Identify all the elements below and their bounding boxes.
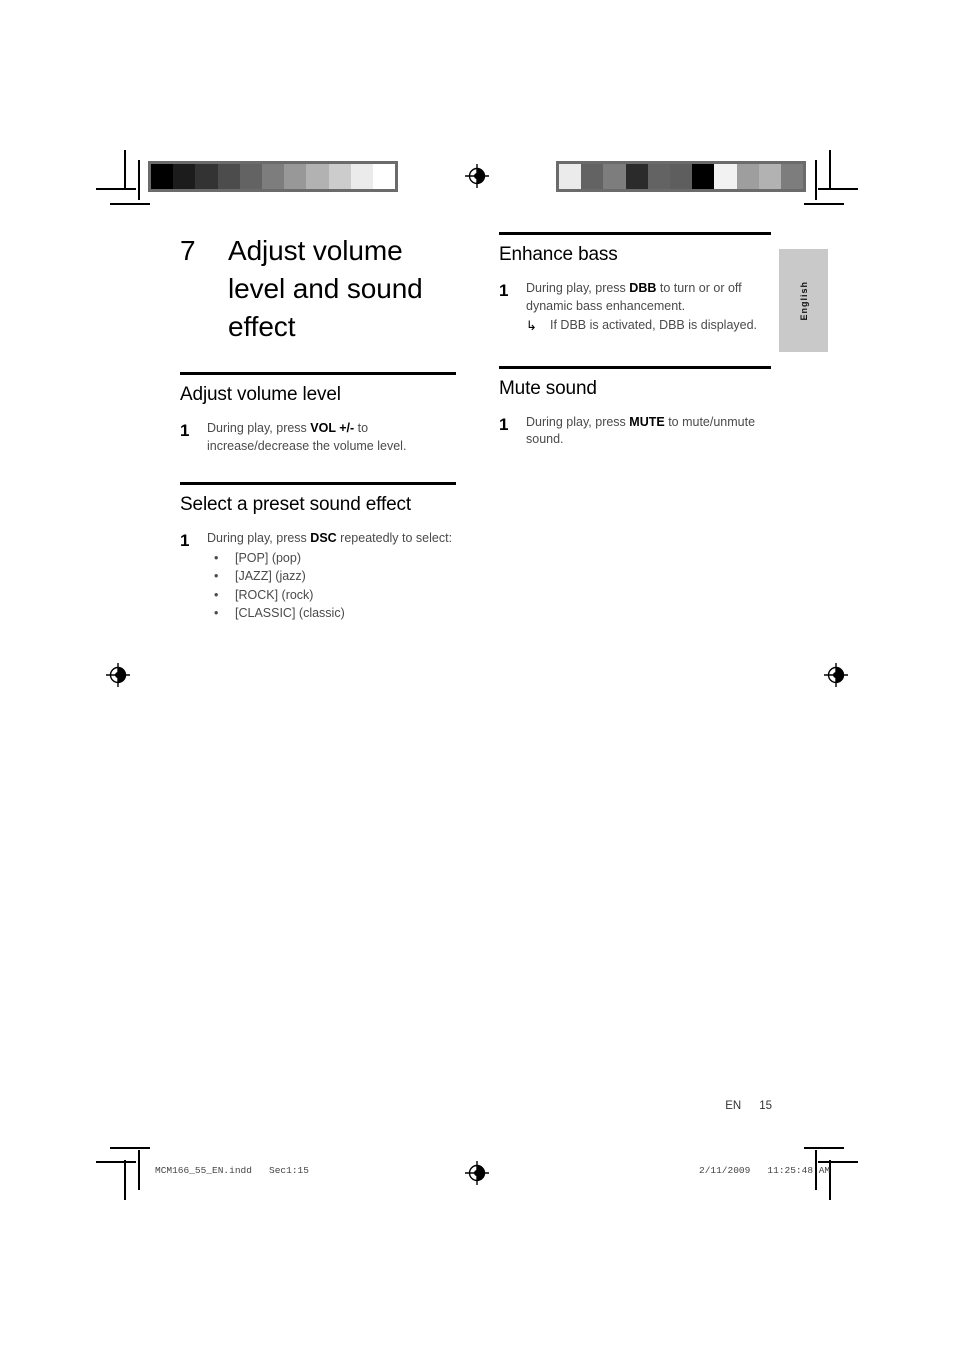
- calibration-swatch: [328, 164, 351, 189]
- imprint-timestamp-slug: 2/11/2009 11:25:48 AM: [699, 1165, 830, 1176]
- calibration-swatch: [261, 164, 285, 189]
- calibration-swatch: [780, 164, 804, 189]
- registration-target-left: [105, 662, 131, 688]
- step-item: 1 During play, press DBB to turn or or o…: [499, 280, 771, 335]
- grayscale-calibration-bar-left: [148, 161, 398, 192]
- calibration-swatch: [559, 164, 582, 189]
- calibration-swatch: [350, 164, 373, 189]
- calibration-swatch: [581, 164, 604, 189]
- imprint-time: 11:25:48 AM: [767, 1165, 831, 1176]
- folio-locale: EN: [725, 1100, 742, 1112]
- right-column: Enhance bass 1 During play, press DBB to…: [499, 232, 771, 449]
- imprint-file-slug: MCM166_55_EN.indd Sec1:15: [155, 1165, 309, 1176]
- preset-option-label: [ROCK] (rock): [235, 587, 314, 602]
- step-text-before: During play, press: [207, 531, 311, 545]
- result-text: If DBB is activated, DBB is displayed.: [550, 318, 758, 332]
- calibration-swatch: [173, 164, 196, 189]
- preset-option-label: [CLASSIC] (classic): [235, 606, 345, 620]
- calibration-swatch: [647, 164, 670, 189]
- key-label-mute: MUTE: [629, 414, 665, 429]
- step-text: During play, press MUTE to mute/unmute s…: [526, 414, 771, 449]
- calibration-swatch: [625, 164, 648, 189]
- calibration-swatch: [603, 164, 626, 189]
- imprint-date: 2/11/2009: [699, 1165, 751, 1176]
- step-text-after: repeatedly to select:: [336, 531, 453, 545]
- step-text: During play, press DSC repeatedly to sel…: [207, 530, 456, 548]
- calibration-swatch: [758, 164, 781, 189]
- section-enhance-bass: Enhance bass 1 During play, press DBB to…: [499, 232, 771, 335]
- calibration-swatch: [151, 164, 174, 189]
- section-rule: [499, 232, 771, 235]
- step-text-before: During play, press: [526, 414, 630, 429]
- preset-option-item: • [POP] (pop): [207, 549, 456, 568]
- calibration-swatch: [714, 164, 737, 189]
- bullet-icon: •: [214, 550, 219, 565]
- language-tab: English: [779, 249, 828, 352]
- step-result: ↳ If DBB is activated, DBB is displayed.: [526, 317, 771, 335]
- calibration-swatch: [669, 164, 693, 189]
- step-text-before: During play, press: [526, 281, 630, 295]
- step-text: During play, press VOL +/- to increase/d…: [207, 420, 456, 455]
- calibration-swatch: [239, 164, 262, 189]
- preset-option-list: • [POP] (pop) • [JAZZ] (jazz) • [ROCK] (rock)…: [207, 549, 456, 623]
- calibration-swatch: [284, 164, 307, 189]
- calibration-swatch: [306, 164, 329, 189]
- bullet-icon: •: [214, 606, 219, 620]
- step-number: 1: [180, 421, 190, 440]
- printed-page: English 7 Adjust volume level and sound …: [0, 0, 954, 1351]
- section-rule: [180, 482, 456, 485]
- result-arrow-icon: ↳: [526, 318, 537, 333]
- key-label-dbb: DBB: [629, 281, 657, 295]
- folio: EN 15: [600, 1100, 772, 1112]
- key-label-dsc: DSC: [310, 531, 337, 545]
- calibration-swatch: [692, 164, 715, 189]
- registration-target-top: [464, 163, 490, 189]
- calibration-swatch: [736, 164, 759, 189]
- calibration-swatch: [372, 164, 396, 189]
- section-adjust-volume-level: Adjust volume level 1 During play, press…: [180, 372, 456, 455]
- step-item: 1 During play, press VOL +/- to increase…: [180, 420, 456, 455]
- step-number: 1: [180, 531, 190, 550]
- section-select-preset-sound-effect: Select a preset sound effect 1 During pl…: [180, 482, 456, 623]
- chapter-number: 7: [180, 235, 196, 266]
- section-title-enhance-bass: Enhance bass: [499, 244, 618, 265]
- section-title-adjust-volume-level: Adjust volume level: [180, 384, 341, 405]
- folio-page-number: 15: [759, 1100, 772, 1112]
- language-tab-label: English: [798, 280, 809, 321]
- section-rule: [499, 365, 771, 369]
- step-number: 1: [499, 281, 509, 300]
- preset-option-label: [JAZZ] (jazz): [235, 569, 306, 583]
- preset-option-item: • [ROCK] (rock): [207, 586, 456, 605]
- section-title-mute-sound: Mute sound: [499, 377, 597, 399]
- grayscale-calibration-bar-right: [556, 161, 806, 192]
- calibration-swatch: [195, 164, 218, 189]
- section-title-select-preset-sound-effect: Select a preset sound effect: [180, 494, 411, 515]
- step-item: 1 During play, press MUTE to mute/unmute…: [499, 414, 771, 449]
- step-number: 1: [499, 414, 509, 434]
- section-rule: [180, 372, 456, 375]
- calibration-swatch: [217, 164, 240, 189]
- bullet-icon: •: [214, 587, 219, 602]
- registration-target-right: [823, 662, 849, 688]
- chapter-heading: 7 Adjust volume level and sound effect: [180, 232, 456, 346]
- registration-target-bottom: [464, 1160, 490, 1186]
- bullet-icon: •: [214, 569, 219, 583]
- imprint-file-name: MCM166_55_EN.indd: [155, 1165, 252, 1176]
- imprint-section-marker: Sec1:15: [269, 1165, 309, 1176]
- preset-option-label: [POP] (pop): [235, 550, 301, 565]
- chapter-title: Adjust volume level and sound effect: [228, 235, 423, 342]
- step-item: 1 During play, press DSC repeatedly to s…: [180, 530, 456, 623]
- section-mute-sound: Mute sound 1 During play, press MUTE to …: [499, 365, 771, 449]
- step-text: During play, press DBB to turn or or off…: [526, 280, 771, 315]
- left-column: 7 Adjust volume level and sound effect A…: [180, 232, 456, 623]
- preset-option-item: • [CLASSIC] (classic): [207, 604, 456, 623]
- preset-option-item: • [JAZZ] (jazz): [207, 567, 456, 586]
- key-label-vol: VOL +/-: [310, 421, 355, 435]
- step-text-before: During play, press: [207, 421, 311, 435]
